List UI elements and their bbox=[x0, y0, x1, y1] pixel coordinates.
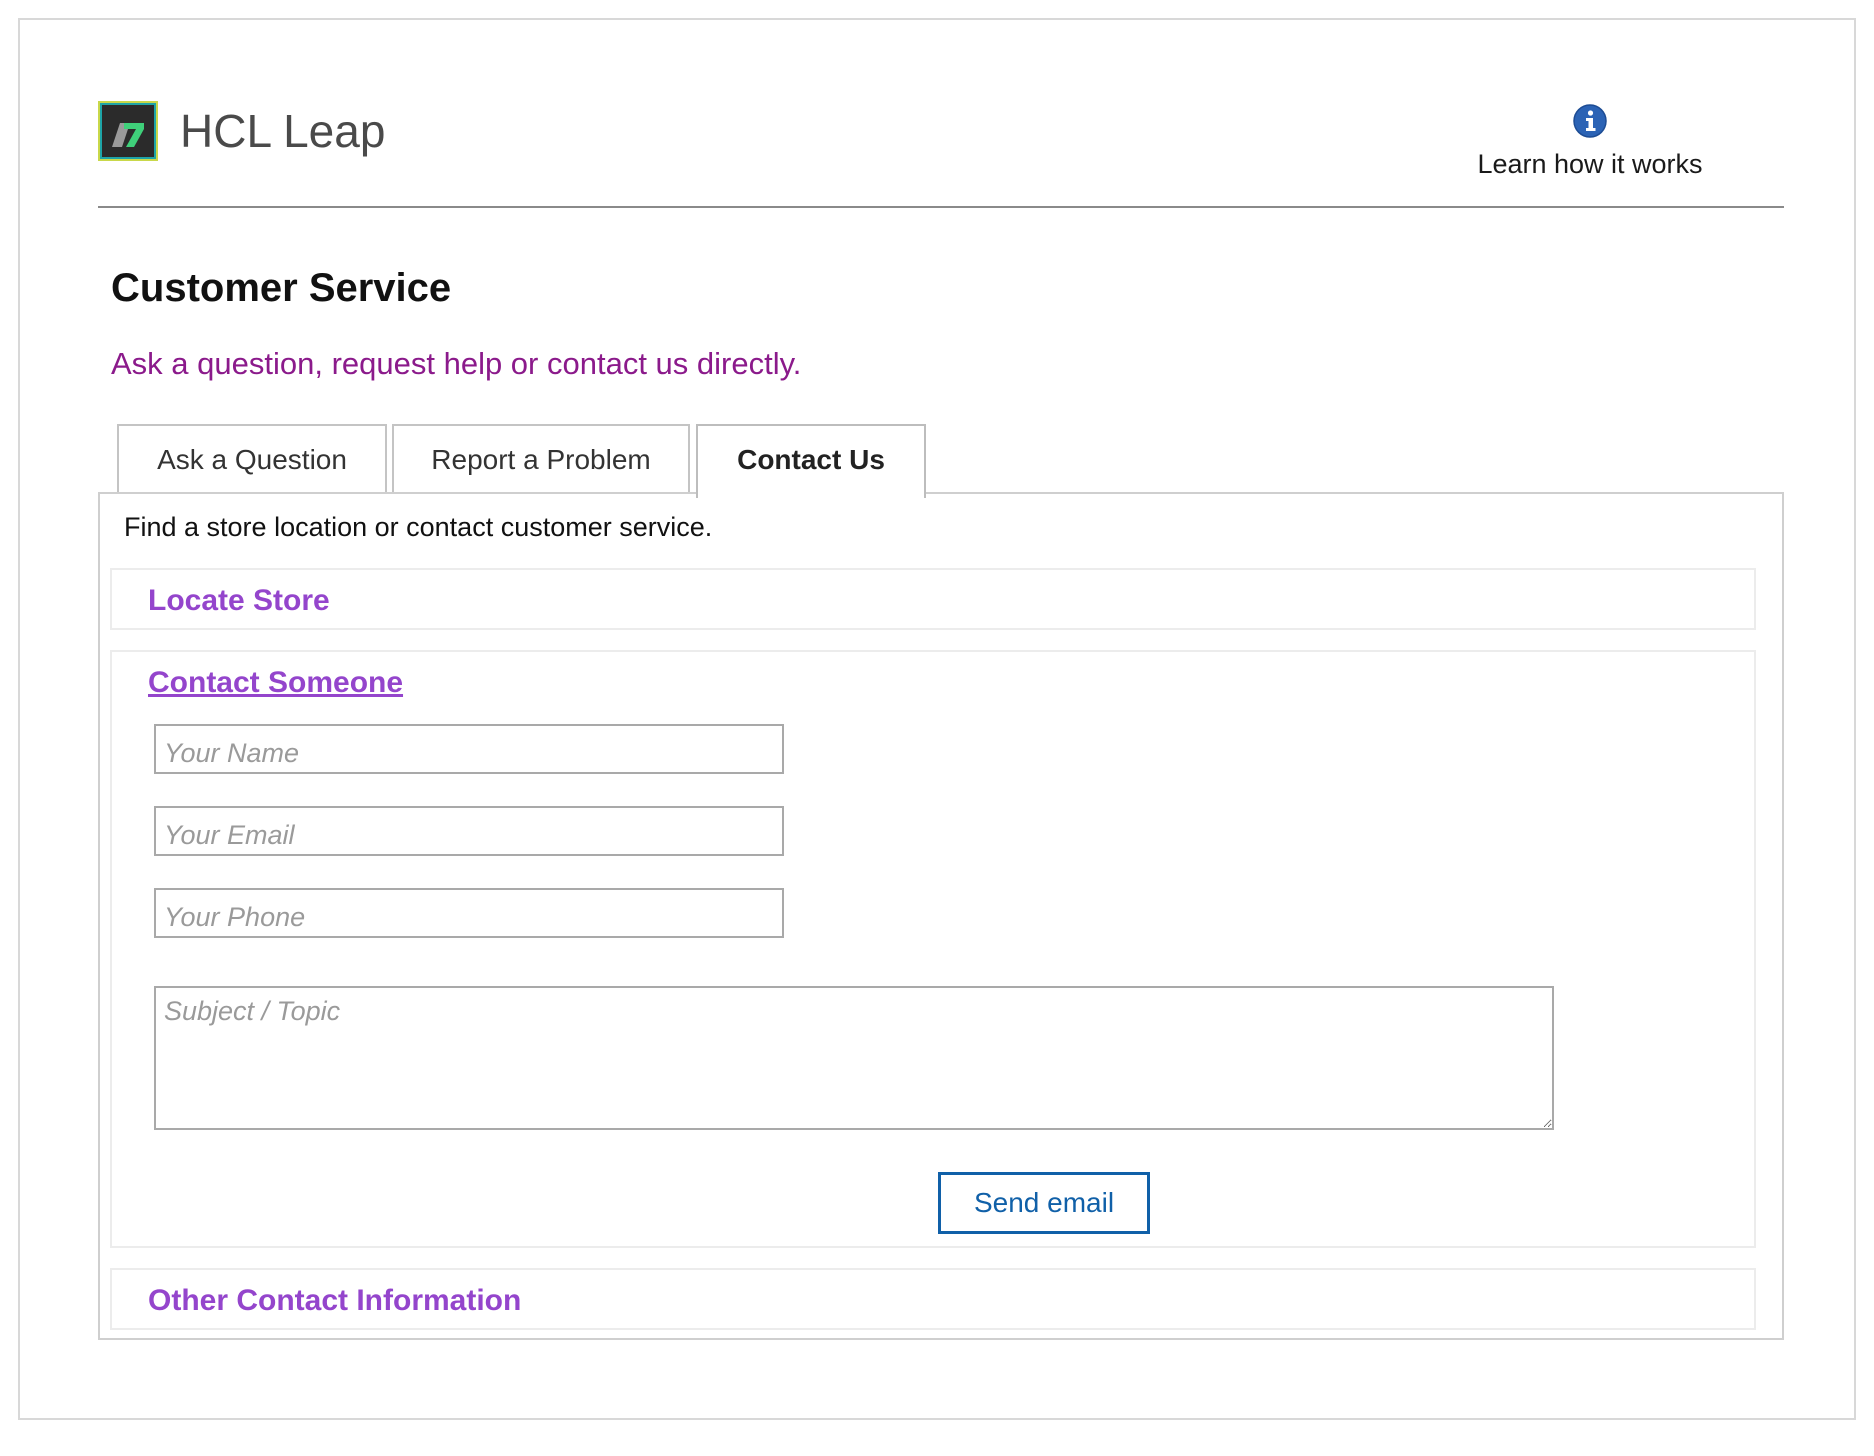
learn-how-it-works-label: Learn how it works bbox=[1477, 149, 1703, 179]
contact-someone-section: Contact Someone Send email bbox=[110, 650, 1756, 1248]
learn-how-it-works-link[interactable]: Learn how it works bbox=[1450, 104, 1730, 180]
your-name-input[interactable] bbox=[154, 724, 784, 774]
contact-someone-header[interactable]: Contact Someone bbox=[148, 666, 403, 700]
tab-contact-us[interactable]: Contact Us bbox=[696, 424, 926, 498]
send-email-button[interactable]: Send email bbox=[938, 1172, 1150, 1234]
hcl-leap-logo-icon bbox=[98, 101, 158, 161]
contact-us-panel: Find a store location or contact custome… bbox=[98, 492, 1784, 1340]
locate-store-header[interactable]: Locate Store bbox=[148, 584, 330, 618]
your-phone-input[interactable] bbox=[154, 888, 784, 938]
info-icon bbox=[1573, 104, 1607, 138]
header-divider bbox=[98, 206, 1784, 208]
page-subtitle: Ask a question, request help or contact … bbox=[111, 346, 802, 381]
subject-topic-textarea[interactable] bbox=[154, 986, 1554, 1130]
other-contact-information-header[interactable]: Other Contact Information bbox=[148, 1284, 521, 1318]
your-email-input[interactable] bbox=[154, 806, 784, 856]
tab-ask-a-question[interactable]: Ask a Question bbox=[117, 424, 387, 494]
brand-name: HCL Leap bbox=[180, 105, 386, 157]
locate-store-section: Locate Store bbox=[110, 568, 1756, 630]
page-title: Customer Service bbox=[111, 266, 452, 310]
panel-description: Find a store location or contact custome… bbox=[124, 512, 713, 542]
other-contact-information-section: Other Contact Information bbox=[110, 1268, 1756, 1330]
tab-report-a-problem[interactable]: Report a Problem bbox=[392, 424, 690, 494]
app-frame: HCL Leap Learn how it works Customer Ser… bbox=[18, 18, 1856, 1420]
